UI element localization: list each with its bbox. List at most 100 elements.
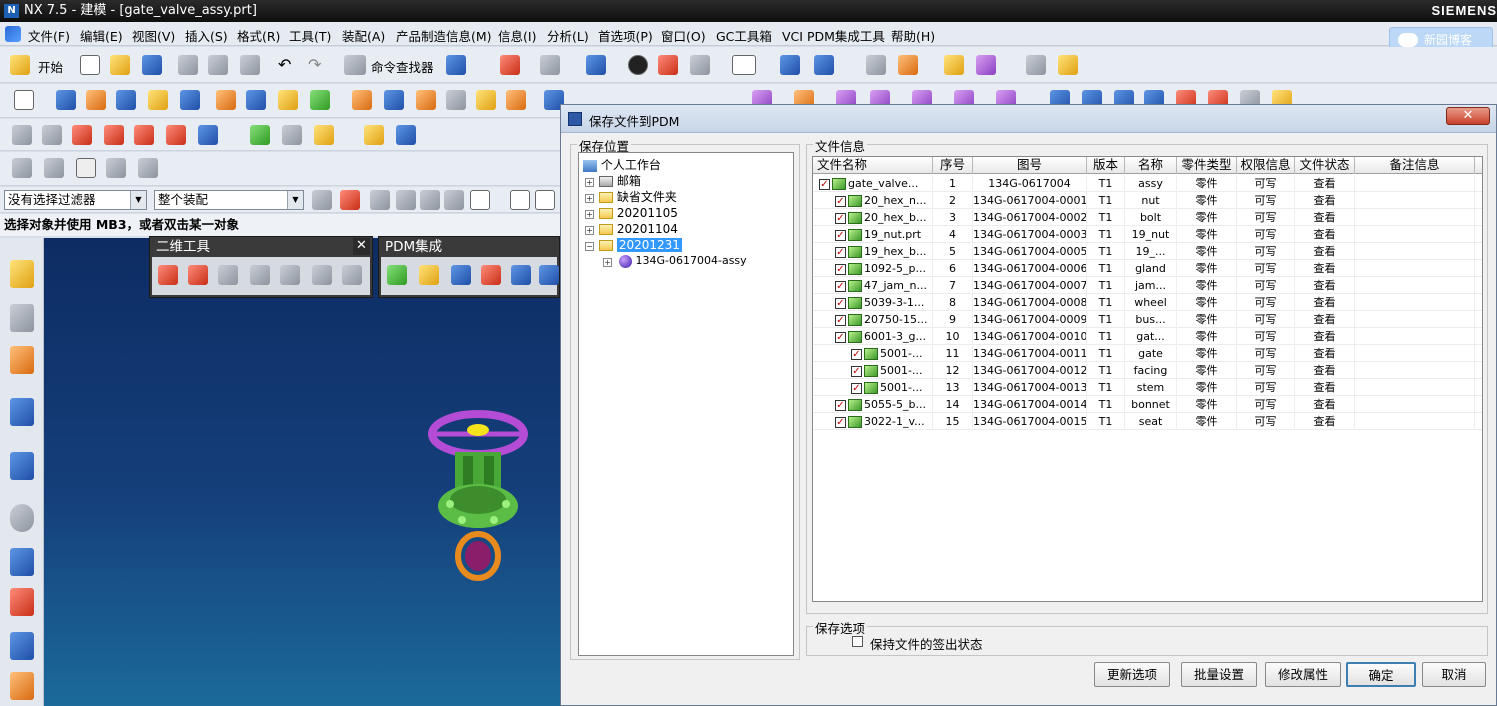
layer-settings-icon[interactable] <box>866 55 886 75</box>
drawing-layout-icon[interactable] <box>280 265 300 285</box>
col-file-name[interactable]: 文件名称 <box>813 157 933 174</box>
col-remarks[interactable]: 备注信息 <box>1355 157 1475 174</box>
row-checkbox[interactable]: ✓ <box>835 331 846 343</box>
drawing-border-icon[interactable] <box>342 265 362 285</box>
tree-node-mailbox[interactable]: 邮箱 <box>599 173 641 189</box>
cancel-button[interactable]: 取消 <box>1422 662 1486 687</box>
menu-file[interactable]: 文件(F) <box>28 26 70 45</box>
col-version[interactable]: 版本 <box>1087 157 1125 174</box>
triangle-icon[interactable] <box>76 158 96 178</box>
gc-hammer-icon[interactable] <box>250 125 270 145</box>
keep-checkout-checkbox[interactable] <box>852 636 863 647</box>
pdm-save-icon[interactable] <box>451 265 471 285</box>
select-feature-icon[interactable] <box>340 190 360 210</box>
table-row[interactable]: ✓ 5001-... 11 134G-0617004-0011 T1 gate 零件 可写 查看 <box>813 345 1482 362</box>
select-body-icon[interactable] <box>396 190 416 210</box>
shaded-cube-icon[interactable] <box>586 55 606 75</box>
table-row[interactable]: ✓ 5055-5_b... 14 134G-0617004-0014 T1 bonnet 零… <box>813 396 1482 413</box>
drawing-export-icon[interactable] <box>188 265 208 285</box>
table-row[interactable]: ✓ 5039-3-1... 8 134G-0617004-0008 T1 wheel 零件可… <box>813 294 1482 311</box>
section-view-icon[interactable] <box>658 55 678 75</box>
expand-icon[interactable]: + <box>585 226 594 235</box>
tree-root[interactable]: 个人工作台 <box>583 157 661 173</box>
menu-gc-toolbox[interactable]: GC工具箱 <box>716 26 772 45</box>
table-row[interactable]: ✓ 20750-15... 9 134G-0617004-0009 T1 bus... 零件… <box>813 311 1482 328</box>
line-snap-icon[interactable] <box>535 190 555 210</box>
row-checkbox[interactable]: ✓ <box>835 280 846 292</box>
select-icon[interactable] <box>446 55 466 75</box>
analysis-icon[interactable] <box>944 55 964 75</box>
location-tree[interactable]: 个人工作台 + 邮箱 + 缺省文件夹 + 20201105 + 20201104… <box>578 152 794 656</box>
table-row[interactable]: ✓ 19_hex_b... 5 134G-0617004-0005 T1 19_... 零件… <box>813 243 1482 260</box>
save-icon[interactable] <box>142 55 162 75</box>
menu-vci-pdm[interactable]: VCI PDM集成工具 <box>782 26 885 45</box>
menu-insert[interactable]: 插入(S) <box>185 26 228 45</box>
gc-edit-icon[interactable] <box>364 125 384 145</box>
open-folder-icon[interactable] <box>110 55 130 75</box>
move-object-icon[interactable] <box>814 55 834 75</box>
table-row[interactable]: ✓ 47_jam_n... 7 134G-0617004-0007 T1 jam... 零件… <box>813 277 1482 294</box>
row-checkbox[interactable]: ✓ <box>835 399 846 411</box>
part-navigator-icon[interactable] <box>10 346 34 374</box>
menu-info[interactable]: 信息(I) <box>498 26 536 45</box>
table-row[interactable]: ✓ 19_nut.prt 4 134G-0617004-0003 T1 19_nut 零件可… <box>813 226 1482 243</box>
drawing-table-icon[interactable] <box>312 265 332 285</box>
row-checkbox[interactable]: ✓ <box>851 348 862 360</box>
datum-axis-icon[interactable] <box>246 90 266 110</box>
menu-tools[interactable]: 工具(T) <box>289 26 331 45</box>
menu-pmi[interactable]: 产品制造信息(M) <box>396 26 492 45</box>
pdm-list-icon[interactable] <box>539 265 559 285</box>
revolve-icon[interactable] <box>86 90 106 110</box>
trim-body-icon[interactable] <box>384 90 404 110</box>
command-finder-button[interactable]: 命令查找器 <box>371 57 434 76</box>
pdm-sync-icon[interactable] <box>481 265 501 285</box>
gc-gs-icon[interactable] <box>72 125 92 145</box>
tree-node-default-folder[interactable]: 缺省文件夹 <box>599 189 677 205</box>
extrude-icon[interactable] <box>56 90 76 110</box>
select-edge-icon[interactable] <box>444 190 464 210</box>
cut-icon[interactable] <box>178 55 198 75</box>
layers-icon[interactable] <box>138 158 158 178</box>
expand-icon[interactable]: + <box>603 258 612 267</box>
sketch-icon[interactable] <box>14 90 34 110</box>
menu-format[interactable]: 格式(R) <box>237 26 280 45</box>
datum-plane-icon[interactable] <box>216 90 236 110</box>
hole-icon[interactable] <box>148 90 168 110</box>
row-checkbox[interactable]: ✓ <box>835 263 846 275</box>
col-permission[interactable]: 权限信息 <box>1237 157 1295 174</box>
col-part-type[interactable]: 零件类型 <box>1177 157 1237 174</box>
drawing-convert-icon[interactable] <box>158 265 178 285</box>
background-icon[interactable] <box>732 55 756 75</box>
menu-assembly[interactable]: 装配(A) <box>342 26 385 45</box>
start-button[interactable]: 开始 <box>38 57 63 76</box>
unite-icon[interactable] <box>352 90 372 110</box>
boss-icon[interactable] <box>180 90 200 110</box>
tree-node-20201105[interactable]: 20201105 <box>599 205 678 221</box>
new-file-icon[interactable] <box>80 55 100 75</box>
table-row[interactable]: ✓ 5001-... 12 134G-0617004-0012 T1 facing 零件 可写… <box>813 362 1482 379</box>
measure-angle-icon[interactable] <box>1058 55 1078 75</box>
row-checkbox[interactable]: ✓ <box>835 297 846 309</box>
pdm-open-icon[interactable] <box>419 265 439 285</box>
assembly-navigator-icon[interactable] <box>10 260 34 288</box>
tree-node-20201104[interactable]: 20201104 <box>599 221 678 237</box>
row-checkbox[interactable]: ✓ <box>835 416 846 428</box>
sheet-icon[interactable] <box>44 158 64 178</box>
undo-select-icon[interactable] <box>370 190 390 210</box>
history-icon[interactable] <box>10 452 34 480</box>
shell-icon[interactable] <box>476 90 496 110</box>
measure-distance-icon[interactable] <box>1026 55 1046 75</box>
table-row[interactable]: ✓ 1092-5_p... 6 134G-0617004-0006 T1 gland 零件可… <box>813 260 1482 277</box>
row-checkbox[interactable]: ✓ <box>835 246 846 258</box>
col-name[interactable]: 名称 <box>1125 157 1177 174</box>
menu-view[interactable]: 视图(V) <box>132 26 175 45</box>
col-no[interactable]: 序号 <box>933 157 973 174</box>
gc-gs2-icon[interactable] <box>104 125 124 145</box>
select-face-icon[interactable] <box>420 190 440 210</box>
constraint-navigator-icon[interactable] <box>10 304 34 332</box>
row-checkbox[interactable]: ✓ <box>835 195 846 207</box>
render-style-icon[interactable] <box>540 55 560 75</box>
system-materials-icon[interactable] <box>10 548 34 576</box>
undo-icon[interactable]: ↶ <box>278 55 291 74</box>
app-menu-icon[interactable] <box>5 26 21 42</box>
